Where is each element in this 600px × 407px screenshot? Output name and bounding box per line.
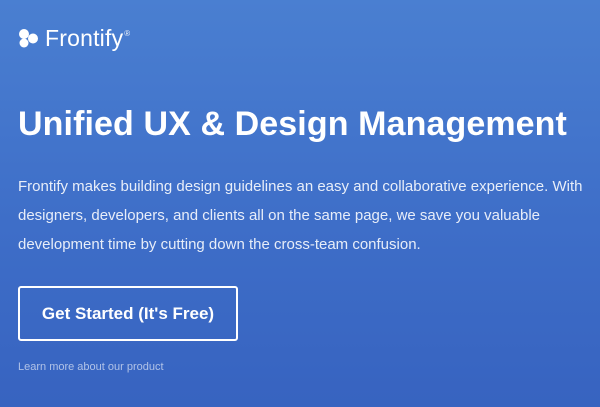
- brand-name: Frontify: [45, 24, 124, 51]
- hero-title: Unified UX & Design Management: [18, 105, 567, 143]
- hero-description: Frontify makes building design guideline…: [18, 172, 600, 259]
- logo-link[interactable]: Frontify ®: [18, 25, 130, 52]
- frontify-logo-icon: [19, 29, 38, 48]
- hero-description-line: Frontify makes building design guideline…: [18, 178, 583, 195]
- hero-description-line: development time by cutting down the cro…: [18, 236, 421, 253]
- get-started-button[interactable]: Get Started (It's Free): [18, 286, 238, 341]
- hero-description-line: designers, developers, and clients all o…: [18, 207, 540, 224]
- learn-more-link[interactable]: Learn more about our product: [18, 361, 164, 373]
- site-header: Frontify ®: [18, 22, 130, 54]
- registered-mark: ®: [124, 28, 131, 38]
